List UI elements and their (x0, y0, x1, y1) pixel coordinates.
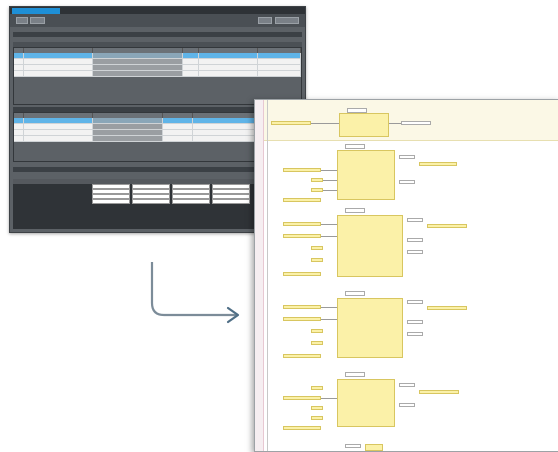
function-block[interactable] (337, 215, 403, 277)
input-variable[interactable] (283, 426, 321, 430)
wire (311, 123, 339, 124)
instance-name-box[interactable] (345, 208, 365, 213)
output-variable[interactable] (401, 121, 431, 125)
output-variable[interactable] (399, 403, 415, 407)
output-variable[interactable] (407, 300, 423, 304)
function-block-program-window (254, 99, 558, 452)
input-variable[interactable] (311, 246, 323, 250)
ladder-rail (267, 100, 268, 451)
output-variable[interactable] (419, 162, 457, 166)
input-variable[interactable] (283, 305, 321, 309)
wire (389, 123, 401, 124)
function-block[interactable] (339, 113, 389, 137)
instance-name-box[interactable] (345, 372, 365, 377)
input-variable[interactable] (283, 234, 321, 238)
output-variable[interactable] (419, 390, 459, 394)
output-variable[interactable] (427, 306, 467, 310)
output-variable[interactable] (399, 383, 415, 387)
input-variable[interactable] (311, 178, 323, 182)
output-variable[interactable] (399, 180, 415, 184)
wire (321, 236, 337, 237)
input-variable[interactable] (311, 341, 323, 345)
input-variable[interactable] (283, 272, 321, 276)
input-variable[interactable] (311, 406, 323, 410)
output-variable[interactable] (407, 332, 423, 336)
wire (321, 224, 337, 225)
input-variable[interactable] (283, 317, 321, 321)
input-variable[interactable] (311, 329, 323, 333)
wire (323, 180, 337, 181)
output-variable[interactable] (407, 238, 423, 242)
output-variable[interactable] (407, 320, 423, 324)
input-variable[interactable] (311, 188, 323, 192)
wire (321, 398, 337, 399)
input-variable[interactable] (311, 416, 323, 420)
function-block[interactable] (337, 379, 395, 427)
output-variable[interactable] (407, 218, 423, 222)
output-variable[interactable] (345, 444, 361, 448)
input-variable[interactable] (311, 386, 323, 390)
wire (323, 190, 337, 191)
function-block[interactable] (337, 150, 395, 200)
output-variable[interactable] (399, 155, 415, 159)
function-block[interactable] (337, 298, 403, 358)
wire (321, 319, 337, 320)
input-variable[interactable] (283, 354, 321, 358)
input-variable[interactable] (311, 258, 323, 262)
input-variable[interactable] (271, 121, 311, 125)
input-variable[interactable] (283, 222, 321, 226)
input-variable[interactable] (283, 168, 321, 172)
input-variable[interactable] (283, 198, 321, 202)
instance-name-box[interactable] (345, 291, 365, 296)
instance-name-box[interactable] (345, 144, 365, 149)
rung-gutter (255, 100, 264, 451)
input-variable[interactable] (283, 396, 321, 400)
wire (321, 307, 337, 308)
output-variable[interactable] (427, 224, 467, 228)
output-variable[interactable] (407, 250, 423, 254)
wire (321, 170, 337, 171)
